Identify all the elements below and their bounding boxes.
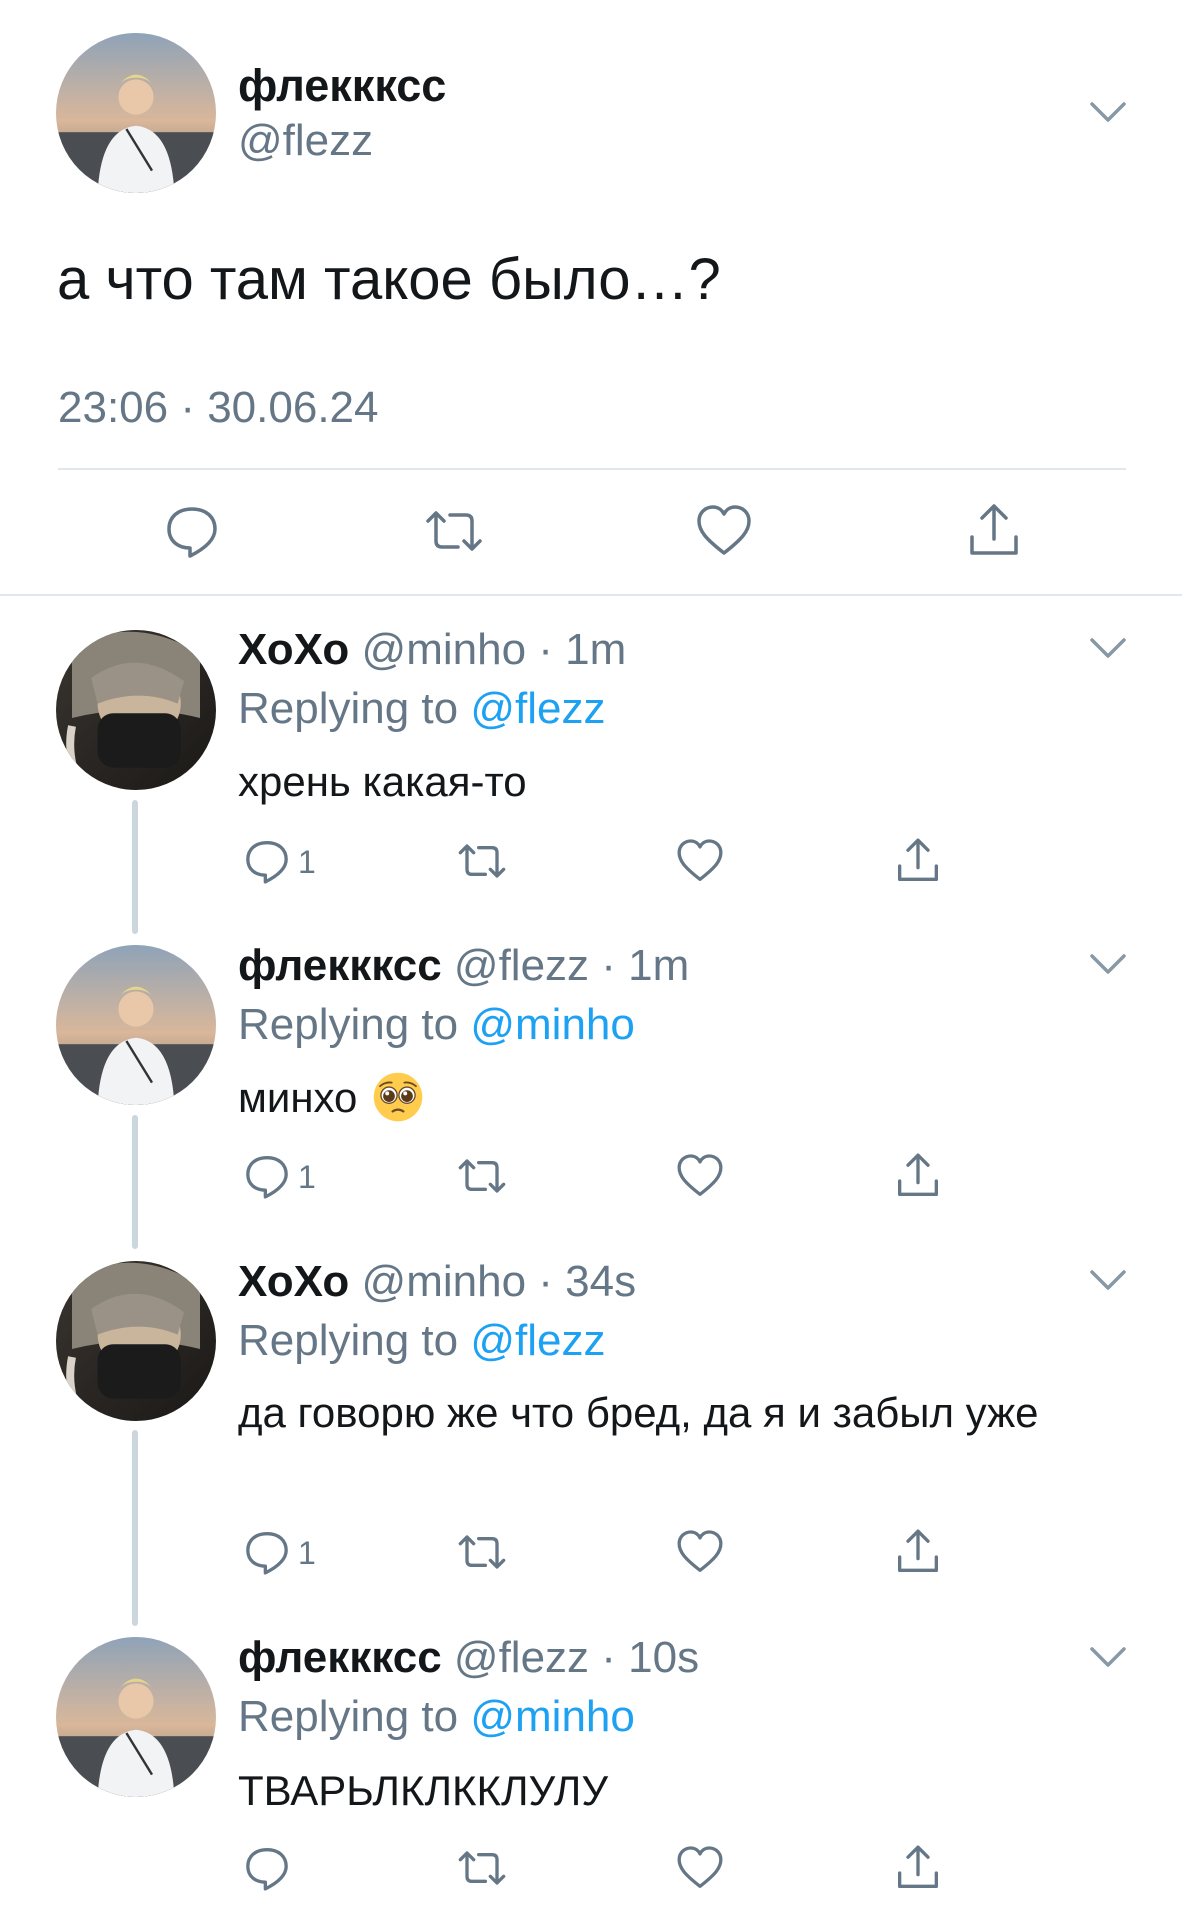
avatar-flezz[interactable] xyxy=(56,33,216,193)
separator-dot: · xyxy=(589,941,629,990)
reply-author-handle[interactable]: @flezz xyxy=(454,1633,589,1682)
reply-author-name[interactable]: флеккксс xyxy=(238,1633,442,1682)
reply-header: флеккксс @flezz · 1m xyxy=(238,940,689,992)
separator-dot: · xyxy=(526,625,566,674)
reply-text: хрень какая-то xyxy=(238,758,527,805)
pleading-face-emoji-icon xyxy=(371,1070,425,1124)
replying-to-handle-link[interactable]: @minho xyxy=(470,1000,635,1049)
more-options-chevron-icon[interactable] xyxy=(1088,1268,1128,1292)
reply-icon[interactable] xyxy=(242,1843,292,1893)
replying-to-handle-link[interactable]: @flezz xyxy=(470,1316,605,1365)
replying-to-handle-link[interactable]: @minho xyxy=(470,1692,635,1741)
reply-text: ТВАРЬЛКЛККЛУЛУ xyxy=(238,1767,609,1814)
replying-label: Replying to xyxy=(238,684,471,733)
share-icon[interactable] xyxy=(893,1527,943,1577)
main-author-name[interactable]: флеккксс xyxy=(238,60,446,112)
retweet-icon[interactable] xyxy=(457,1151,507,1201)
divider xyxy=(0,594,1182,596)
like-icon[interactable] xyxy=(675,1527,725,1577)
reply-time: 1m xyxy=(565,625,627,674)
reply-time: 1m xyxy=(628,941,690,990)
reply-icon[interactable] xyxy=(242,1527,292,1577)
separator-dot: · xyxy=(589,1633,629,1682)
share-icon[interactable] xyxy=(893,1151,943,1201)
main-tweet-timestamp: 23:06 · 30.06.24 xyxy=(58,383,379,432)
retweet-icon[interactable] xyxy=(457,1527,507,1577)
like-icon[interactable] xyxy=(675,1843,725,1893)
reply-author-handle[interactable]: @flezz xyxy=(454,941,589,990)
retweet-icon[interactable] xyxy=(457,1843,507,1893)
reply-icon[interactable] xyxy=(242,1151,292,1201)
more-options-chevron-icon[interactable] xyxy=(1088,952,1128,976)
avatar-flezz[interactable] xyxy=(56,1637,216,1797)
separator-dot: · xyxy=(526,1257,566,1306)
avatar-flezz[interactable] xyxy=(56,945,216,1105)
reply-author-name[interactable]: флеккксс xyxy=(238,941,442,990)
reply-count: 1 xyxy=(298,1159,316,1195)
thread-connector-line xyxy=(132,1115,138,1249)
reply-author-name[interactable]: ХоХо xyxy=(238,1257,349,1306)
retweet-icon[interactable] xyxy=(424,501,484,561)
more-options-chevron-icon[interactable] xyxy=(1088,100,1128,124)
like-icon[interactable] xyxy=(675,836,725,886)
like-icon[interactable] xyxy=(694,501,754,561)
reply-count: 1 xyxy=(298,844,316,880)
retweet-icon[interactable] xyxy=(457,836,507,886)
thread-connector-line xyxy=(132,1430,138,1626)
reply-author-name[interactable]: ХоХо xyxy=(238,625,349,674)
reply-time: 34s xyxy=(565,1257,637,1306)
replying-to: Replying to @minho xyxy=(238,1691,635,1743)
replying-to-handle-link[interactable]: @flezz xyxy=(470,684,605,733)
replying-label: Replying to xyxy=(238,1692,471,1741)
replying-to: Replying to @minho xyxy=(238,999,635,1051)
reply-count: 1 xyxy=(298,1535,316,1571)
reply-icon[interactable] xyxy=(242,836,292,886)
share-icon[interactable] xyxy=(964,501,1024,561)
reply-header: ХоХо @minho · 34s xyxy=(238,1256,636,1308)
reply-icon[interactable] xyxy=(162,501,222,561)
replying-label: Replying to xyxy=(238,1000,471,1049)
reply-header: флеккксс @flezz · 10s xyxy=(238,1632,699,1684)
reply-author-handle[interactable]: @minho xyxy=(362,1257,527,1306)
replying-label: Replying to xyxy=(238,1316,471,1365)
replying-to: Replying to @flezz xyxy=(238,683,606,735)
share-icon[interactable] xyxy=(893,836,943,886)
reply-author-handle[interactable]: @minho xyxy=(362,625,527,674)
more-options-chevron-icon[interactable] xyxy=(1088,1645,1128,1669)
reply-text-row: минхо xyxy=(238,1069,1118,1127)
reply-time: 10s xyxy=(628,1633,700,1682)
share-icon[interactable] xyxy=(893,1843,943,1893)
divider xyxy=(58,468,1126,470)
main-tweet-text: а что там такое было…? xyxy=(57,247,721,312)
thread-connector-line xyxy=(132,800,138,934)
like-icon[interactable] xyxy=(675,1151,725,1201)
avatar-minho[interactable] xyxy=(56,1261,216,1421)
replying-to: Replying to @flezz xyxy=(238,1315,606,1367)
reply-text: минхо xyxy=(238,1074,358,1121)
reply-text: да говорю же что бред, да я и забыл уже xyxy=(238,1389,1039,1436)
reply-header: ХоХо @minho · 1m xyxy=(238,624,626,676)
main-author-handle[interactable]: @flezz xyxy=(238,115,373,167)
more-options-chevron-icon[interactable] xyxy=(1088,636,1128,660)
avatar-minho[interactable] xyxy=(56,630,216,790)
